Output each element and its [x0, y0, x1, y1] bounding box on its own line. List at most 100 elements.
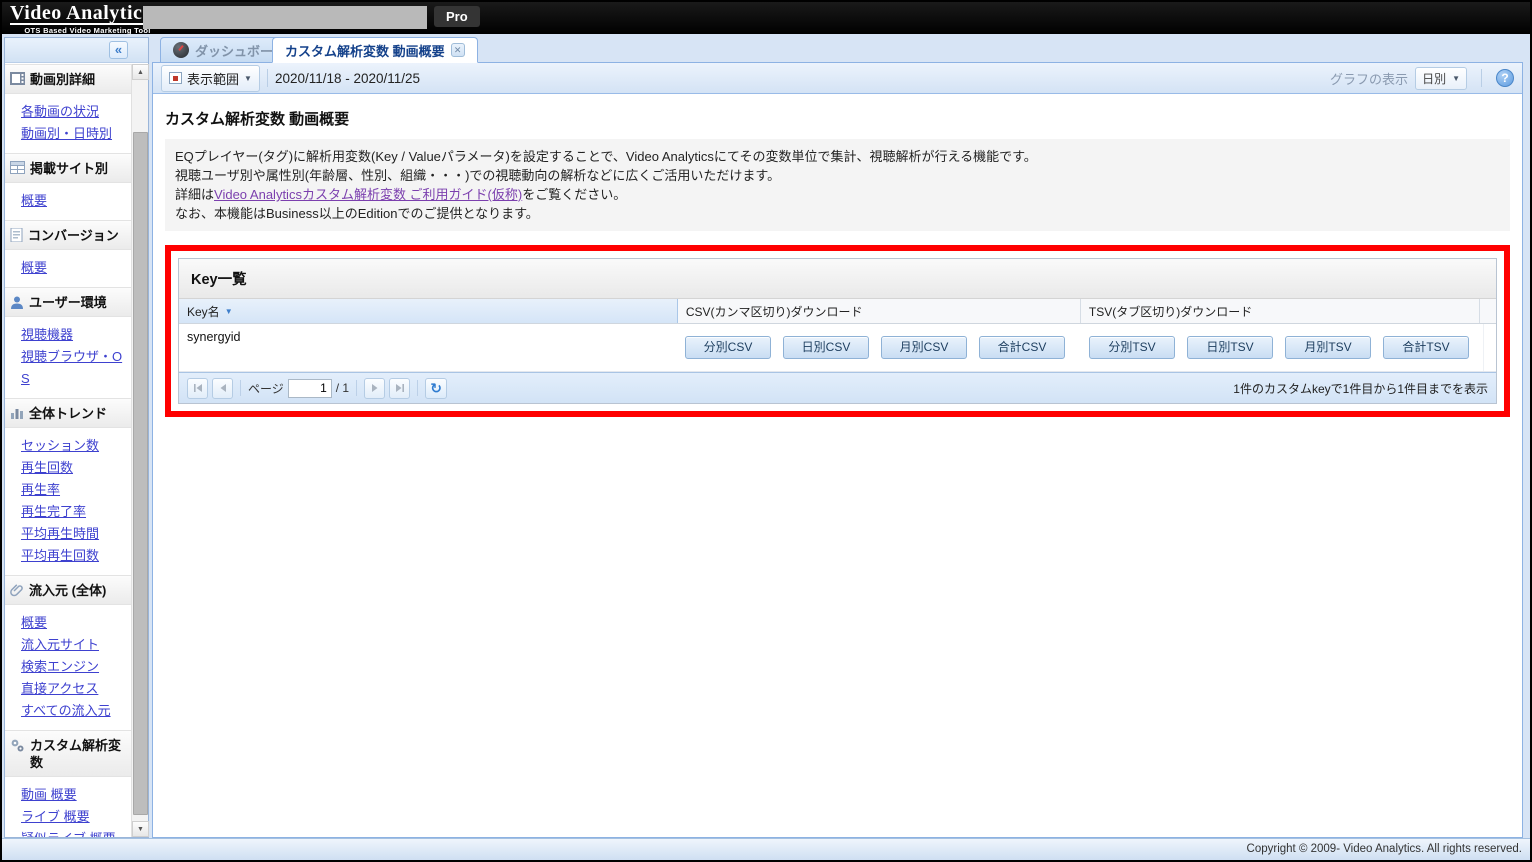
main-area: ダッシュボード カスタム解析変数 動画概要 ✕ 表示範囲 ▼ 2020/11/1… — [152, 37, 1523, 838]
toolbar-divider — [266, 69, 268, 87]
plan-badge: Pro — [434, 6, 480, 27]
sidebar-link-viewing-device[interactable]: 視聴機器 — [21, 324, 127, 346]
csv-daily-button[interactable]: 日別CSV — [783, 336, 869, 359]
sidebar-link-sessions[interactable]: セッション数 — [21, 435, 127, 457]
sidebar-link-referrer-sites[interactable]: 流入元サイト — [21, 634, 127, 656]
usage-guide-link[interactable]: Video Analyticsカスタム解析変数 ご利用ガイド(仮称) — [214, 187, 522, 202]
scrollbar-down-arrow-icon[interactable]: ▼ — [132, 821, 149, 837]
sort-descending-icon: ▼ — [224, 306, 233, 316]
sidebar-link-viewing-browser-os[interactable]: 視聴ブラウザ・OS — [21, 346, 127, 390]
column-header-label: CSV(カンマ区切り)ダウンロード — [685, 304, 863, 319]
description-line-1: EQプレイヤー(タグ)に解析用変数(Key / Valueパラメータ)を設定する… — [175, 149, 1037, 164]
column-header-tsv-download: TSV(タブ区切り)ダウンロード — [1081, 299, 1480, 323]
sidebar-link-play-rate[interactable]: 再生率 — [21, 479, 127, 501]
dashboard-gauge-icon — [173, 42, 189, 58]
next-page-icon — [371, 384, 378, 392]
sidebar-collapse-button[interactable]: « — [109, 41, 128, 59]
sidebar-link-by-video-datetime[interactable]: 動画別・日時別 — [21, 123, 127, 145]
sidebar-header-strip: « — [5, 38, 148, 63]
scrollbar-up-arrow-icon[interactable]: ▲ — [132, 64, 149, 80]
sidebar-links-group: 各動画の状況 動画別・日時別 — [5, 94, 131, 153]
sidebar-section-overall-trend: 全体トレンド — [5, 398, 131, 428]
sidebar-link-each-video-status[interactable]: 各動画の状況 — [21, 101, 127, 123]
sidebar-scrollbar[interactable]: ▲ ▼ — [131, 64, 149, 837]
sidebar-link-direct-access[interactable]: 直接アクセス — [21, 678, 127, 700]
document-icon — [10, 228, 23, 242]
sidebar-link-avg-play-count[interactable]: 平均再生回数 — [21, 545, 127, 567]
app-logo: Video Analytics OTS Based Video Marketin… — [10, 3, 151, 35]
csv-total-button[interactable]: 合計CSV — [979, 336, 1065, 359]
app-logo-title: Video Analytics — [10, 2, 151, 25]
sidebar-link-avg-play-time[interactable]: 平均再生時間 — [21, 523, 127, 545]
sidebar-section-user-env: ユーザー環境 — [5, 287, 131, 317]
toolbar-divider — [1481, 69, 1482, 87]
prev-page-button[interactable] — [212, 377, 233, 399]
last-page-button[interactable] — [389, 377, 411, 399]
tsv-by-category-button[interactable]: 分別TSV — [1089, 336, 1175, 359]
sidebar-section-title: カスタム解析変数 — [30, 738, 122, 770]
sidebar-link-all-referrers[interactable]: すべての流入元 — [21, 700, 127, 722]
sidebar-section-title: 動画別詳細 — [30, 72, 96, 87]
sidebar-link-conversion-overview[interactable]: 概要 — [21, 257, 127, 279]
refresh-icon[interactable]: ↻ — [425, 377, 448, 399]
description-line-2: 視聴ユーザ別や属性別(年齢層、性別、組織・・・)での視聴動向の解析などに広くご活… — [175, 168, 781, 183]
sidebar-link-video-overview[interactable]: 動画 概要 — [21, 784, 127, 806]
display-range-button[interactable]: 表示範囲 ▼ — [161, 64, 260, 92]
main-panel: 表示範囲 ▼ 2020/11/18 - 2020/11/25 グラフの表示 日別… — [152, 63, 1523, 838]
sidebar-section-title: 全体トレンド — [29, 406, 108, 421]
table-icon — [10, 161, 25, 174]
pagination-bar: ページ / 1 ↻ 1件のカスタムke — [179, 372, 1496, 403]
sidebar-link-site-overview[interactable]: 概要 — [21, 190, 127, 212]
key-list-title: Key一覧 — [179, 259, 1496, 299]
sidebar-link-pseudo-live-overview[interactable]: 疑似ライブ 概要 — [21, 828, 127, 837]
sidebar-link-search-engines[interactable]: 検索エンジン — [21, 656, 127, 678]
page-total: / 1 — [335, 381, 350, 395]
top-header-bar: Video Analytics OTS Based Video Marketin… — [2, 2, 1530, 35]
csv-monthly-button[interactable]: 月別CSV — [881, 336, 967, 359]
pager-divider — [417, 380, 419, 396]
scrollbar-thumb[interactable] — [133, 132, 148, 815]
column-header-key-name[interactable]: Key名 ▼ — [179, 299, 678, 323]
pagination-status-text: 1件のカスタムkeyで1件目から1件目までを表示 — [1233, 381, 1488, 396]
content-area: カスタム解析変数 動画概要 EQプレイヤー(タグ)に解析用変数(Key / Va… — [153, 94, 1522, 427]
next-page-button[interactable] — [364, 377, 386, 399]
csv-buttons-cell: 分別CSV 日別CSV 月別CSV 合計CSV — [679, 324, 1083, 371]
grid-header-row: Key名 ▼ CSV(カンマ区切り)ダウンロード TSV(タブ区切り)ダウンロー… — [179, 299, 1496, 324]
first-page-button[interactable] — [187, 377, 208, 399]
copyright-text: Copyright © 2009- Video Analytics. All r… — [1246, 843, 1522, 855]
tsv-monthly-button[interactable]: 月別TSV — [1285, 336, 1371, 359]
sidebar-links-group: 概要 — [5, 250, 131, 287]
sidebar-link-live-overview[interactable]: ライブ 概要 — [21, 806, 127, 828]
chevron-down-icon: ▼ — [244, 73, 252, 83]
first-page-icon — [193, 384, 202, 392]
chevron-down-icon: ▼ — [1452, 73, 1460, 83]
user-icon — [11, 296, 23, 309]
column-header-label: TSV(タブ区切り)ダウンロード — [1088, 304, 1253, 319]
trend-icon — [11, 409, 23, 419]
tab-label: カスタム解析変数 動画概要 — [285, 43, 445, 59]
red-highlight-rectangle: Key一覧 Key名 ▼ CSV(カンマ区切り)ダウンロード TSV(タブ区切り… — [165, 245, 1510, 417]
csv-by-category-button[interactable]: 分別CSV — [685, 336, 771, 359]
sidebar: « ▲ ▼ 動画別詳細 各動画の状況 動画別・日時別 掲載サイト別 概要 コンバ… — [4, 37, 149, 838]
description-line-3-prefix: 詳細は — [175, 187, 215, 202]
sidebar-link-completion-rate[interactable]: 再生完了率 — [21, 501, 127, 523]
app-window: Video Analytics OTS Based Video Marketin… — [2, 2, 1530, 860]
page-number-input[interactable] — [287, 378, 332, 398]
graph-interval-select[interactable]: 日別 ▼ — [1415, 66, 1467, 90]
help-icon[interactable]: ? — [1496, 69, 1514, 87]
tab-close-icon[interactable]: ✕ — [450, 43, 465, 57]
tsv-total-button[interactable]: 合計TSV — [1383, 336, 1469, 359]
sidebar-link-play-count[interactable]: 再生回数 — [21, 457, 127, 479]
sidebar-section-title: 掲載サイト別 — [30, 161, 109, 176]
sidebar-links-group: 視聴機器 視聴ブラウザ・OS — [5, 317, 131, 398]
tab-custom-variables-video-overview[interactable]: カスタム解析変数 動画概要 ✕ — [272, 37, 478, 63]
sidebar-link-referrer-overview[interactable]: 概要 — [21, 612, 127, 634]
toolbar: 表示範囲 ▼ 2020/11/18 - 2020/11/25 グラフの表示 日別… — [153, 63, 1522, 94]
tsv-daily-button[interactable]: 日別TSV — [1187, 336, 1273, 359]
last-page-icon — [395, 384, 404, 392]
pager-divider — [356, 380, 358, 396]
description-line-4: なお、本機能はBusiness以上のEditionでのご提供となります。 — [175, 206, 539, 221]
prev-page-icon — [220, 384, 226, 392]
graph-interval-value: 日別 — [1422, 71, 1447, 86]
description-line-3-suffix: をご覧ください。 — [522, 187, 627, 202]
